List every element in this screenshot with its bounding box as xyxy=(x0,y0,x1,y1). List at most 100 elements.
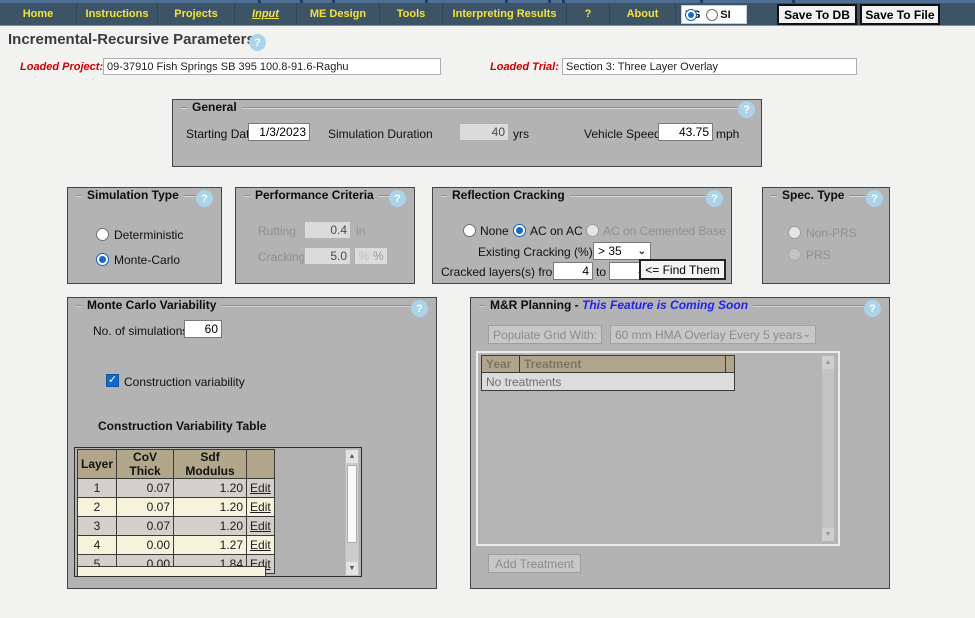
ac-on-cemented-label: AC on Cemented Base xyxy=(603,224,726,238)
mr-planning-panel: M&R Planning - This Feature is Coming So… xyxy=(470,297,890,589)
monte-carlo-panel: Monte Carlo Variability ? No. of simulat… xyxy=(67,297,437,589)
col-header-sdf-modulus: Sdf Modulus xyxy=(173,449,248,479)
ac-on-cemented-radio xyxy=(586,224,599,237)
none-radio[interactable] xyxy=(463,224,476,237)
monte-carlo-title: Monte Carlo Variability xyxy=(82,298,222,312)
save-to-file-button[interactable]: Save To File xyxy=(860,4,940,25)
scroll-down-icon: ▼ xyxy=(822,528,834,541)
scroll-up-icon[interactable]: ▲ xyxy=(346,450,358,463)
construction-variability-label: Construction variability xyxy=(124,375,245,389)
mr-planning-title: M&R Planning - This Feature is Coming So… xyxy=(485,298,754,312)
sim-duration-label: Simulation Duration xyxy=(328,127,433,141)
us-radio[interactable] xyxy=(685,8,697,21)
ac-on-ac-label: AC on AC xyxy=(530,224,583,238)
monte-carlo-help-icon[interactable]: ? xyxy=(411,300,428,317)
spec-type-help-icon[interactable]: ? xyxy=(866,190,883,207)
cov-cell: 0.07 xyxy=(116,478,175,498)
nav-item-help[interactable]: ? xyxy=(567,3,610,25)
scrollbar-thumb[interactable] xyxy=(347,465,357,543)
vehicle-speed-unit: mph xyxy=(716,127,740,141)
cracked-layers-label: Cracked layers(s) from xyxy=(441,265,563,279)
col-header-cov-thick: CoV Thick xyxy=(116,449,175,479)
cov-cell: 0.07 xyxy=(116,516,175,536)
general-help-icon[interactable]: ? xyxy=(738,101,755,118)
reflection-cracking-help-icon[interactable]: ? xyxy=(706,190,723,207)
starting-date-input[interactable]: 1/3/2023 xyxy=(248,123,310,141)
rutting-unit: in xyxy=(356,224,366,238)
nav-item-projects[interactable]: Projects xyxy=(158,3,235,25)
cracking-input: 5.0 xyxy=(304,247,351,265)
edit-link[interactable]: Edit xyxy=(250,519,271,533)
simulation-type-help-icon[interactable]: ? xyxy=(196,190,213,207)
edit-link[interactable]: Edit xyxy=(250,500,271,514)
sdf-cell: 1.20 xyxy=(173,497,248,517)
simulations-input[interactable]: 60 xyxy=(184,320,222,338)
layer-cell: 4 xyxy=(76,535,118,555)
edit-link[interactable]: Edit xyxy=(250,481,271,495)
rutting-label: Rutting xyxy=(258,224,297,238)
rutting-input: 0.4 xyxy=(304,221,351,239)
edit-link[interactable]: Edit xyxy=(250,538,271,552)
units-toggle: US SI xyxy=(681,5,747,24)
nav-item-about[interactable]: About xyxy=(610,3,676,25)
nav-item-interpreting-results[interactable]: Interpreting Results xyxy=(443,3,567,25)
deterministic-radio[interactable] xyxy=(96,228,109,241)
loaded-trial-field[interactable]: Section 3: Three Layer Overlay xyxy=(562,58,857,75)
nav-item-instructions[interactable]: Instructions xyxy=(77,3,158,25)
app-window: Home Instructions Projects Input ME Desi… xyxy=(0,0,975,618)
nav-item-home[interactable]: Home xyxy=(0,3,77,25)
existing-cracking-select[interactable]: > 35 ⌄ xyxy=(593,242,651,260)
sim-duration-input: 40 xyxy=(459,123,509,141)
treatments-scrollbar: ▲ ▼ xyxy=(821,355,835,542)
populate-grid-button: Populate Grid With: xyxy=(488,325,602,344)
sdf-cell: 1.27 xyxy=(173,535,248,555)
cracking-label: Cracking xyxy=(258,250,306,264)
loaded-project-field[interactable]: 09-37910 Fish Springs SB 395 100.8-91.6-… xyxy=(103,58,441,75)
nav-item-input[interactable]: Input xyxy=(235,3,297,25)
monte-carlo-label: Monte-Carlo xyxy=(114,253,181,267)
save-to-db-button[interactable]: Save To DB xyxy=(777,4,857,25)
find-them-button[interactable]: <= Find Them xyxy=(639,259,726,280)
chevron-down-icon: ⌄ xyxy=(802,329,811,340)
layer-cell: 1 xyxy=(76,478,118,498)
general-panel-title: General xyxy=(187,100,242,114)
add-treatment-button: Add Treatment xyxy=(488,554,581,573)
simulation-type-title: Simulation Type xyxy=(82,188,184,202)
nav-item-me-design[interactable]: ME Design xyxy=(297,3,380,25)
scroll-up-icon: ▲ xyxy=(822,356,834,369)
scroll-down-icon[interactable]: ▼ xyxy=(346,562,358,575)
cracked-to-label: to xyxy=(596,265,607,279)
col-header-layer: Layer xyxy=(76,449,118,479)
existing-cracking-label: Existing Cracking (%) xyxy=(478,245,593,259)
si-radio[interactable] xyxy=(706,8,719,21)
table-row: 1 0.07 1.20 Edit xyxy=(76,478,275,498)
loaded-trial-label: Loaded Trial: xyxy=(490,61,559,73)
nav-item-tools[interactable]: Tools xyxy=(380,3,443,25)
prs-radio xyxy=(788,248,801,261)
simulations-label: No. of simulations xyxy=(93,324,189,338)
table-scrollbar[interactable]: ▲ ▼ xyxy=(345,449,359,576)
treatments-header-row: Year Treatment xyxy=(481,355,735,373)
vehicle-speed-input[interactable]: 43.75 xyxy=(658,123,713,141)
table-row: 4 0.00 1.27 Edit xyxy=(76,535,275,555)
construction-variability-table: Layer CoV Thick Sdf Modulus 1 0.07 1.20 … xyxy=(76,449,275,574)
mr-planning-help-icon[interactable]: ? xyxy=(864,300,881,317)
populate-option-value: 60 mm HMA Overlay Every 5 years xyxy=(615,327,803,342)
si-radio-label: SI xyxy=(720,8,731,21)
coming-soon-text: This Feature is Coming Soon xyxy=(582,298,749,312)
performance-criteria-help-icon[interactable]: ? xyxy=(389,190,406,207)
table-row: 3 0.07 1.20 Edit xyxy=(76,516,275,536)
sim-duration-unit: yrs xyxy=(513,127,529,141)
none-label: None xyxy=(480,224,509,238)
cracked-from-input[interactable]: 4 xyxy=(553,262,593,280)
page-help-icon[interactable]: ? xyxy=(249,34,266,51)
reflection-cracking-panel: Reflection Cracking ? None AC on AC AC o… xyxy=(432,187,732,284)
monte-carlo-radio[interactable] xyxy=(96,253,109,266)
ac-on-ac-radio[interactable] xyxy=(513,224,526,237)
table-row: 2 0.07 1.20 Edit xyxy=(76,497,275,517)
chevron-down-icon: ⌄ xyxy=(637,245,646,257)
construction-variability-checkbox[interactable]: ✓ xyxy=(106,374,119,387)
treatments-list: Year Treatment No treatments ▲ ▼ xyxy=(476,351,840,546)
general-panel: General ? Starting Date 1/3/2023 Simulat… xyxy=(172,99,762,167)
mr-title-text: M&R Planning - xyxy=(490,298,579,312)
